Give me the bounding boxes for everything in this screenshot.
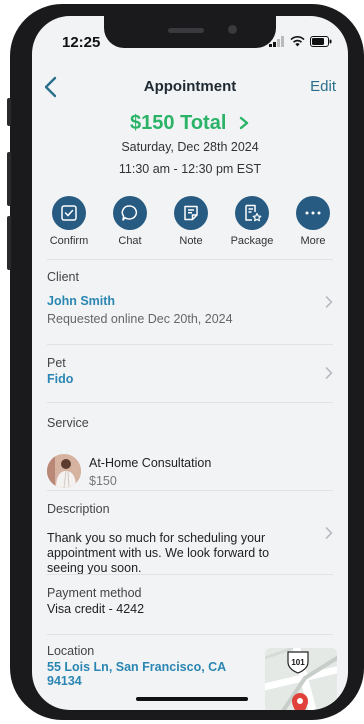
service-name: At-Home Consultation — [89, 456, 212, 470]
status-time: 12:25 — [62, 34, 101, 51]
volume-down-button — [7, 216, 11, 270]
description-label: Description — [47, 502, 110, 516]
wifi-icon — [290, 36, 305, 47]
description-line: Thank you so much for scheduling your — [47, 531, 266, 545]
location-address[interactable]: 55 Lois Ln, San Francisco, CA 94134 — [47, 660, 226, 688]
person-photo-icon — [47, 454, 81, 488]
payment-value: Visa credit - 4242 — [47, 602, 145, 616]
total-price: $150 Total — [130, 112, 227, 134]
chat-label: Chat — [118, 235, 142, 247]
package-button[interactable] — [235, 196, 269, 230]
location-label: Location — [47, 644, 95, 658]
location-line: 55 Lois Ln, San Francisco, CA — [47, 660, 227, 674]
description-text: Thank you so much for scheduling your ap… — [47, 531, 297, 576]
map-pin-icon — [292, 693, 308, 710]
chevron-right-icon — [325, 527, 333, 539]
more-button[interactable] — [296, 196, 330, 230]
volume-up-button — [7, 152, 11, 206]
divider — [47, 490, 333, 491]
confirm-action[interactable]: Confirm — [40, 196, 98, 247]
chat-bubble-icon — [121, 205, 138, 221]
service-price: $150 — [89, 474, 117, 488]
status-icons — [269, 36, 332, 47]
battery-icon — [310, 36, 332, 47]
client-label: Client — [47, 270, 79, 284]
chevron-right-icon — [325, 296, 333, 308]
checkbox-icon — [61, 205, 77, 221]
description-line: appointment with us. We look forward to — [47, 546, 270, 560]
divider — [47, 344, 333, 345]
divider — [47, 402, 333, 403]
package-action[interactable]: Package — [223, 196, 281, 247]
service-avatar — [47, 454, 81, 488]
pet-name[interactable]: Fido — [47, 372, 73, 386]
note-action[interactable]: Note — [162, 196, 220, 247]
divider — [47, 634, 333, 635]
mute-switch — [7, 98, 11, 126]
note-icon — [184, 205, 198, 221]
highway-shield-label: 101 — [291, 658, 305, 667]
chat-action[interactable]: Chat — [101, 196, 159, 247]
pet-label: Pet — [47, 356, 66, 370]
chevron-right-icon — [239, 116, 249, 130]
front-camera — [228, 25, 237, 34]
signal-icon — [269, 36, 284, 47]
app-screen: 12:25 Appointment Edit $150 Total Saturd… — [32, 16, 348, 710]
page-title: Appointment — [143, 78, 237, 95]
package-icon — [245, 204, 262, 222]
divider — [47, 574, 333, 575]
action-row: Confirm Chat Note Package More — [40, 196, 342, 247]
home-indicator — [136, 697, 248, 701]
chevron-right-icon — [325, 367, 333, 379]
divider — [47, 259, 333, 260]
edit-button[interactable]: Edit — [310, 78, 336, 95]
more-label: More — [300, 235, 326, 247]
payment-label: Payment method — [47, 586, 142, 600]
more-dots-icon — [305, 211, 321, 215]
package-label: Package — [230, 235, 274, 247]
speaker — [168, 28, 204, 33]
note-label: Note — [179, 235, 203, 247]
service-label: Service — [47, 416, 89, 430]
client-requested: Requested online Dec 20th, 2024 — [47, 312, 233, 326]
location-line: 94134 — [47, 674, 82, 688]
total-price-link[interactable]: $150 Total — [32, 112, 348, 135]
appointment-time: 11:30 am - 12:30 pm EST — [118, 162, 262, 176]
map-thumbnail: 101 — [265, 648, 337, 710]
confirm-button[interactable] — [52, 196, 86, 230]
note-button[interactable] — [174, 196, 208, 230]
more-action[interactable]: More — [284, 196, 342, 247]
confirm-label: Confirm — [49, 235, 89, 247]
chat-button[interactable] — [113, 196, 147, 230]
nav-bar: Appointment Edit — [32, 74, 348, 102]
notch — [104, 16, 276, 48]
client-name[interactable]: John Smith — [47, 294, 115, 308]
appointment-date: Saturday, Dec 28th 2024 — [121, 140, 259, 154]
location-map[interactable]: 101 — [265, 648, 337, 710]
